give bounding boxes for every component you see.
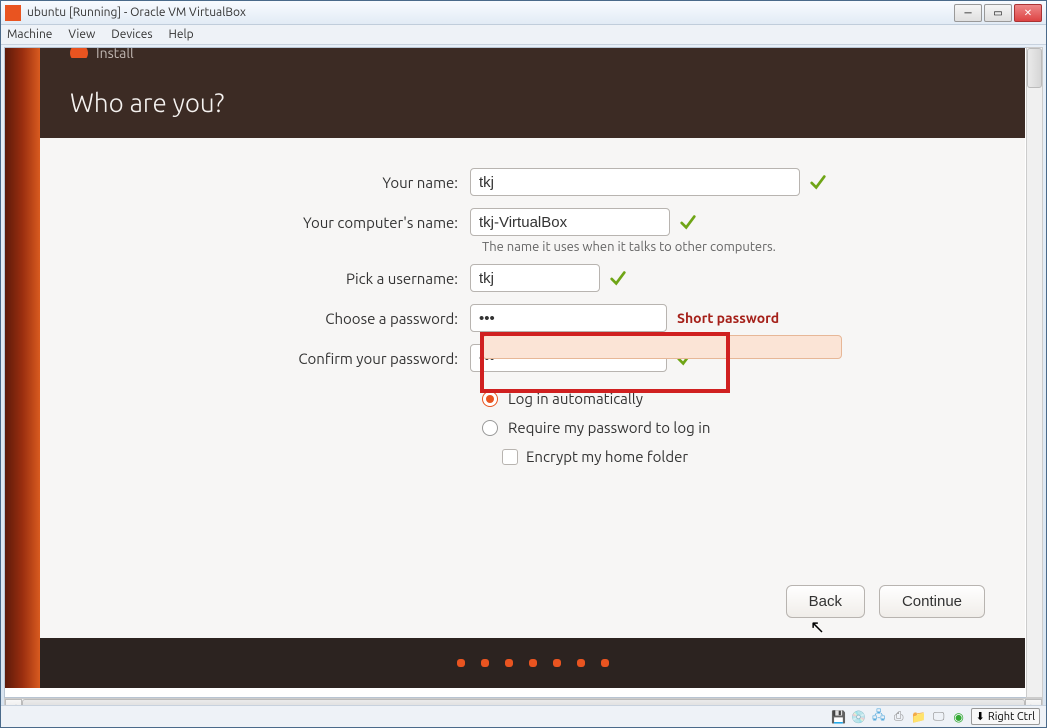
label-password: Choose a password: [80, 310, 470, 327]
shared-folders-icon[interactable]: 📁 [911, 709, 927, 725]
app-icon [5, 5, 21, 21]
vm-display[interactable]: Install Who are you? Your name: Your com… [4, 47, 1043, 698]
hdd-icon[interactable]: 💾 [831, 709, 847, 725]
page-title: Who are you? [70, 88, 1025, 117]
menu-devices[interactable]: Devices [111, 28, 152, 41]
mouse-cursor-icon: ↖ [810, 617, 825, 638]
encrypt-label: Encrypt my home folder [526, 448, 688, 465]
checkmark-icon [608, 268, 628, 288]
checkbox-icon [502, 449, 518, 465]
disc-icon[interactable]: 💿 [851, 709, 867, 725]
checkmark-icon [678, 212, 698, 232]
radio-auto-login[interactable]: Log in automatically [482, 384, 985, 413]
username-input[interactable] [470, 264, 600, 292]
label-your-name: Your name: [80, 174, 470, 191]
ubuntu-sidebar [5, 48, 40, 688]
network-icon[interactable]: 🖧 [871, 709, 887, 725]
installer-tag: Install [96, 48, 134, 58]
usb-icon[interactable]: ⎙ [891, 709, 907, 725]
ubuntu-installer: Install Who are you? Your name: Your com… [5, 48, 1025, 688]
progress-dot [601, 659, 609, 667]
label-username: Pick a username: [80, 270, 470, 287]
close-button[interactable]: ✕ [1014, 4, 1042, 22]
minimize-button[interactable]: ─ [954, 4, 982, 22]
radio-auto-label: Log in automatically [508, 390, 643, 407]
scrollbar-thumb[interactable] [1027, 48, 1042, 88]
installer-icon [70, 48, 88, 58]
menubar: Machine View Devices Help [1, 25, 1046, 45]
password-input[interactable] [470, 304, 667, 332]
statusbar: 💾 💿 🖧 ⎙ 📁 🖵 ◉ ⬇ Right Ctrl [1, 705, 1046, 727]
progress-dot [553, 659, 561, 667]
your-name-input[interactable] [470, 168, 800, 196]
display-icon[interactable]: 🖵 [931, 709, 947, 725]
radio-icon [482, 420, 498, 436]
progress-dot [505, 659, 513, 667]
computer-name-input[interactable] [470, 208, 670, 236]
password-warning: Short password [677, 310, 779, 326]
window-title: ubuntu [Running] - Oracle VM VirtualBox [27, 6, 954, 19]
computer-name-help: The name it uses when it talks to other … [482, 240, 985, 254]
continue-button[interactable]: Continue [879, 585, 985, 618]
progress-dot [577, 659, 585, 667]
autologin-highlight [482, 335, 842, 359]
progress-dot [481, 659, 489, 667]
window-controls: ─ ▭ ✕ [954, 4, 1042, 22]
checkbox-encrypt-home[interactable]: Encrypt my home folder [502, 442, 985, 471]
vrde-icon[interactable]: ◉ [951, 709, 967, 725]
titlebar: ubuntu [Running] - Oracle VM VirtualBox … [1, 1, 1046, 25]
progress-dot [457, 659, 465, 667]
host-key-indicator[interactable]: ⬇ Right Ctrl [971, 708, 1040, 725]
menu-help[interactable]: Help [169, 28, 194, 41]
vertical-scrollbar[interactable] [1026, 47, 1043, 698]
checkmark-icon [808, 172, 828, 192]
nav-buttons: Back Continue [786, 585, 985, 618]
back-button[interactable]: Back [786, 585, 865, 618]
radio-require-label: Require my password to log in [508, 419, 710, 436]
progress-dot [529, 659, 537, 667]
host-key-label: Right Ctrl [988, 711, 1035, 723]
menu-machine[interactable]: Machine [7, 28, 52, 41]
installer-header: Install Who are you? [40, 48, 1025, 138]
installer-footer [40, 638, 1025, 688]
maximize-button[interactable]: ▭ [984, 4, 1012, 22]
vm-window: ubuntu [Running] - Oracle VM VirtualBox … [0, 0, 1047, 728]
radio-require-password[interactable]: Require my password to log in [482, 413, 985, 442]
label-computer-name: Your computer's name: [80, 214, 470, 231]
arrow-down-icon: ⬇ [976, 710, 985, 723]
installer-body: Your name: Your computer's name: The nam… [40, 138, 1025, 638]
radio-icon [482, 391, 498, 407]
menu-view[interactable]: View [68, 28, 95, 41]
label-confirm: Confirm your password: [80, 350, 470, 367]
